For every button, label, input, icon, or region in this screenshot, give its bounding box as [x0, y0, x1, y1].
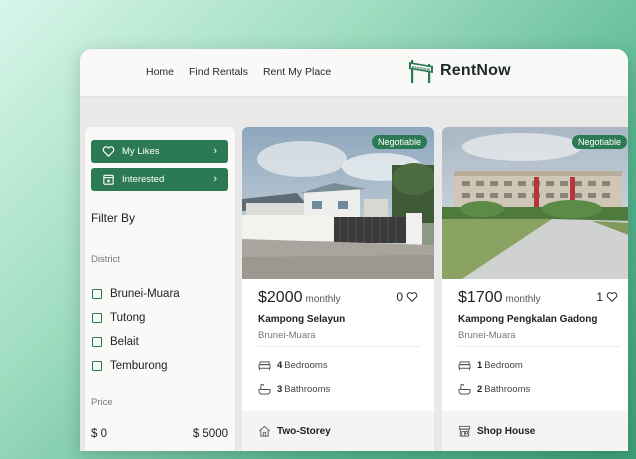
price-amount: $2000: [258, 289, 303, 306]
my-likes-button[interactable]: My Likes ›: [91, 140, 228, 163]
like-counter[interactable]: 0: [396, 290, 418, 304]
checkbox[interactable]: [92, 313, 102, 323]
bathrooms-label: Bathrooms: [284, 383, 331, 395]
my-likes-label: My Likes: [122, 146, 160, 157]
bedrooms-info: 4 Bedrooms: [258, 360, 328, 371]
chevron-right-icon: ›: [213, 145, 217, 157]
price-max-value: $ 5000: [192, 428, 228, 440]
listing-footer: Two-Storey: [242, 411, 434, 451]
heart-outline-icon[interactable]: [606, 291, 618, 303]
bed-icon: [258, 361, 271, 371]
district-checkbox-belait[interactable]: Belait: [92, 336, 139, 348]
listing-title: Kampong Pengkalan Gadong: [458, 314, 598, 325]
interested-label: Interested: [122, 174, 165, 185]
like-counter[interactable]: 1: [596, 290, 618, 304]
heart-outline-icon: [102, 146, 115, 157]
price-amount: $1700: [458, 289, 503, 306]
bathrooms-info: 3 Bathrooms: [258, 383, 330, 395]
bedrooms-label: Bedrooms: [284, 360, 328, 371]
calendar-star-icon: [103, 174, 114, 185]
bedrooms-count: 4: [277, 360, 283, 371]
checkbox[interactable]: [92, 337, 102, 347]
listing-card[interactable]: Negotiable $1700 monthly 1 Kampong Pengka…: [442, 127, 628, 451]
chevron-right-icon: ›: [213, 173, 217, 185]
brand-name: RentNow: [440, 62, 511, 79]
checkbox-label: Temburong: [110, 360, 168, 372]
shop-icon: [458, 425, 471, 437]
listing-district: Brunei-Muara: [258, 330, 316, 341]
listing-footer: Shop House: [442, 411, 628, 451]
property-type: Two-Storey: [258, 425, 331, 437]
bedrooms-count: 1: [477, 360, 483, 371]
listing-title: Kampong Selayun: [258, 314, 346, 325]
bathrooms-count: 3: [277, 383, 283, 395]
house-icon: [259, 425, 270, 437]
listing-card[interactable]: Negotiable $2000 monthly 0 Kampong Selayu…: [242, 127, 434, 451]
price-min-value: $ 0: [91, 428, 107, 440]
listing-price: $1700 monthly: [458, 289, 541, 307]
like-count: 1: [596, 290, 603, 304]
bedrooms-info: 1 Bedroom: [458, 360, 523, 371]
property-type: Shop House: [458, 425, 535, 437]
divider: [258, 346, 420, 347]
listing-price: $2000 monthly: [258, 289, 341, 307]
listing-district: Brunei-Muara: [458, 330, 516, 341]
price-section-label: Price: [91, 397, 113, 408]
bathrooms-info: 2 Bathrooms: [458, 383, 530, 395]
interested-button[interactable]: Interested ›: [91, 168, 228, 191]
listing-photo: [242, 127, 434, 279]
district-checkbox-brunei-muara[interactable]: Brunei-Muara: [92, 288, 180, 300]
bathtub-icon: [258, 383, 271, 395]
heart-outline-icon[interactable]: [406, 291, 418, 303]
app-window: Home Find Rentals Rent My Place RENTNOW …: [80, 49, 628, 451]
price-period: monthly: [305, 294, 341, 305]
district-section-label: District: [91, 254, 121, 265]
listing-photo: [442, 127, 628, 279]
filter-sidebar: My Likes › Interested › Filter By Distri…: [85, 127, 235, 451]
checkbox-label: Tutong: [110, 312, 146, 324]
negotiable-badge: Negotiable: [571, 135, 627, 149]
checkbox[interactable]: [92, 289, 102, 299]
nav-rent-my-place-link[interactable]: Rent My Place: [263, 66, 331, 78]
nav-home-link[interactable]: Home: [146, 66, 174, 78]
filter-title: Filter By: [91, 211, 136, 225]
price-period: monthly: [505, 294, 541, 305]
divider: [458, 346, 620, 347]
like-count: 0: [396, 290, 403, 304]
rent-sign-logo-icon: RENTNOW: [409, 60, 433, 83]
bedrooms-label: Bedroom: [484, 360, 523, 371]
bathtub-icon: [458, 383, 471, 395]
bathrooms-count: 2: [477, 383, 483, 395]
brand[interactable]: RENTNOW RentNow: [408, 58, 511, 84]
nav-find-rentals-link[interactable]: Find Rentals: [189, 66, 248, 78]
property-type-label: Shop House: [477, 425, 536, 437]
main-nav: Home Find Rentals Rent My Place: [146, 66, 346, 78]
checkbox-label: Belait: [110, 336, 139, 348]
bathrooms-label: Bathrooms: [484, 383, 531, 395]
top-navigation-bar: Home Find Rentals Rent My Place RENTNOW …: [80, 49, 628, 97]
property-type-label: Two-Storey: [277, 425, 331, 437]
checkbox[interactable]: [92, 361, 102, 371]
negotiable-badge: Negotiable: [371, 135, 427, 149]
checkbox-label: Brunei-Muara: [110, 288, 180, 300]
bed-icon: [458, 361, 471, 371]
district-checkbox-temburong[interactable]: Temburong: [92, 360, 168, 372]
district-checkbox-tutong[interactable]: Tutong: [92, 312, 145, 324]
